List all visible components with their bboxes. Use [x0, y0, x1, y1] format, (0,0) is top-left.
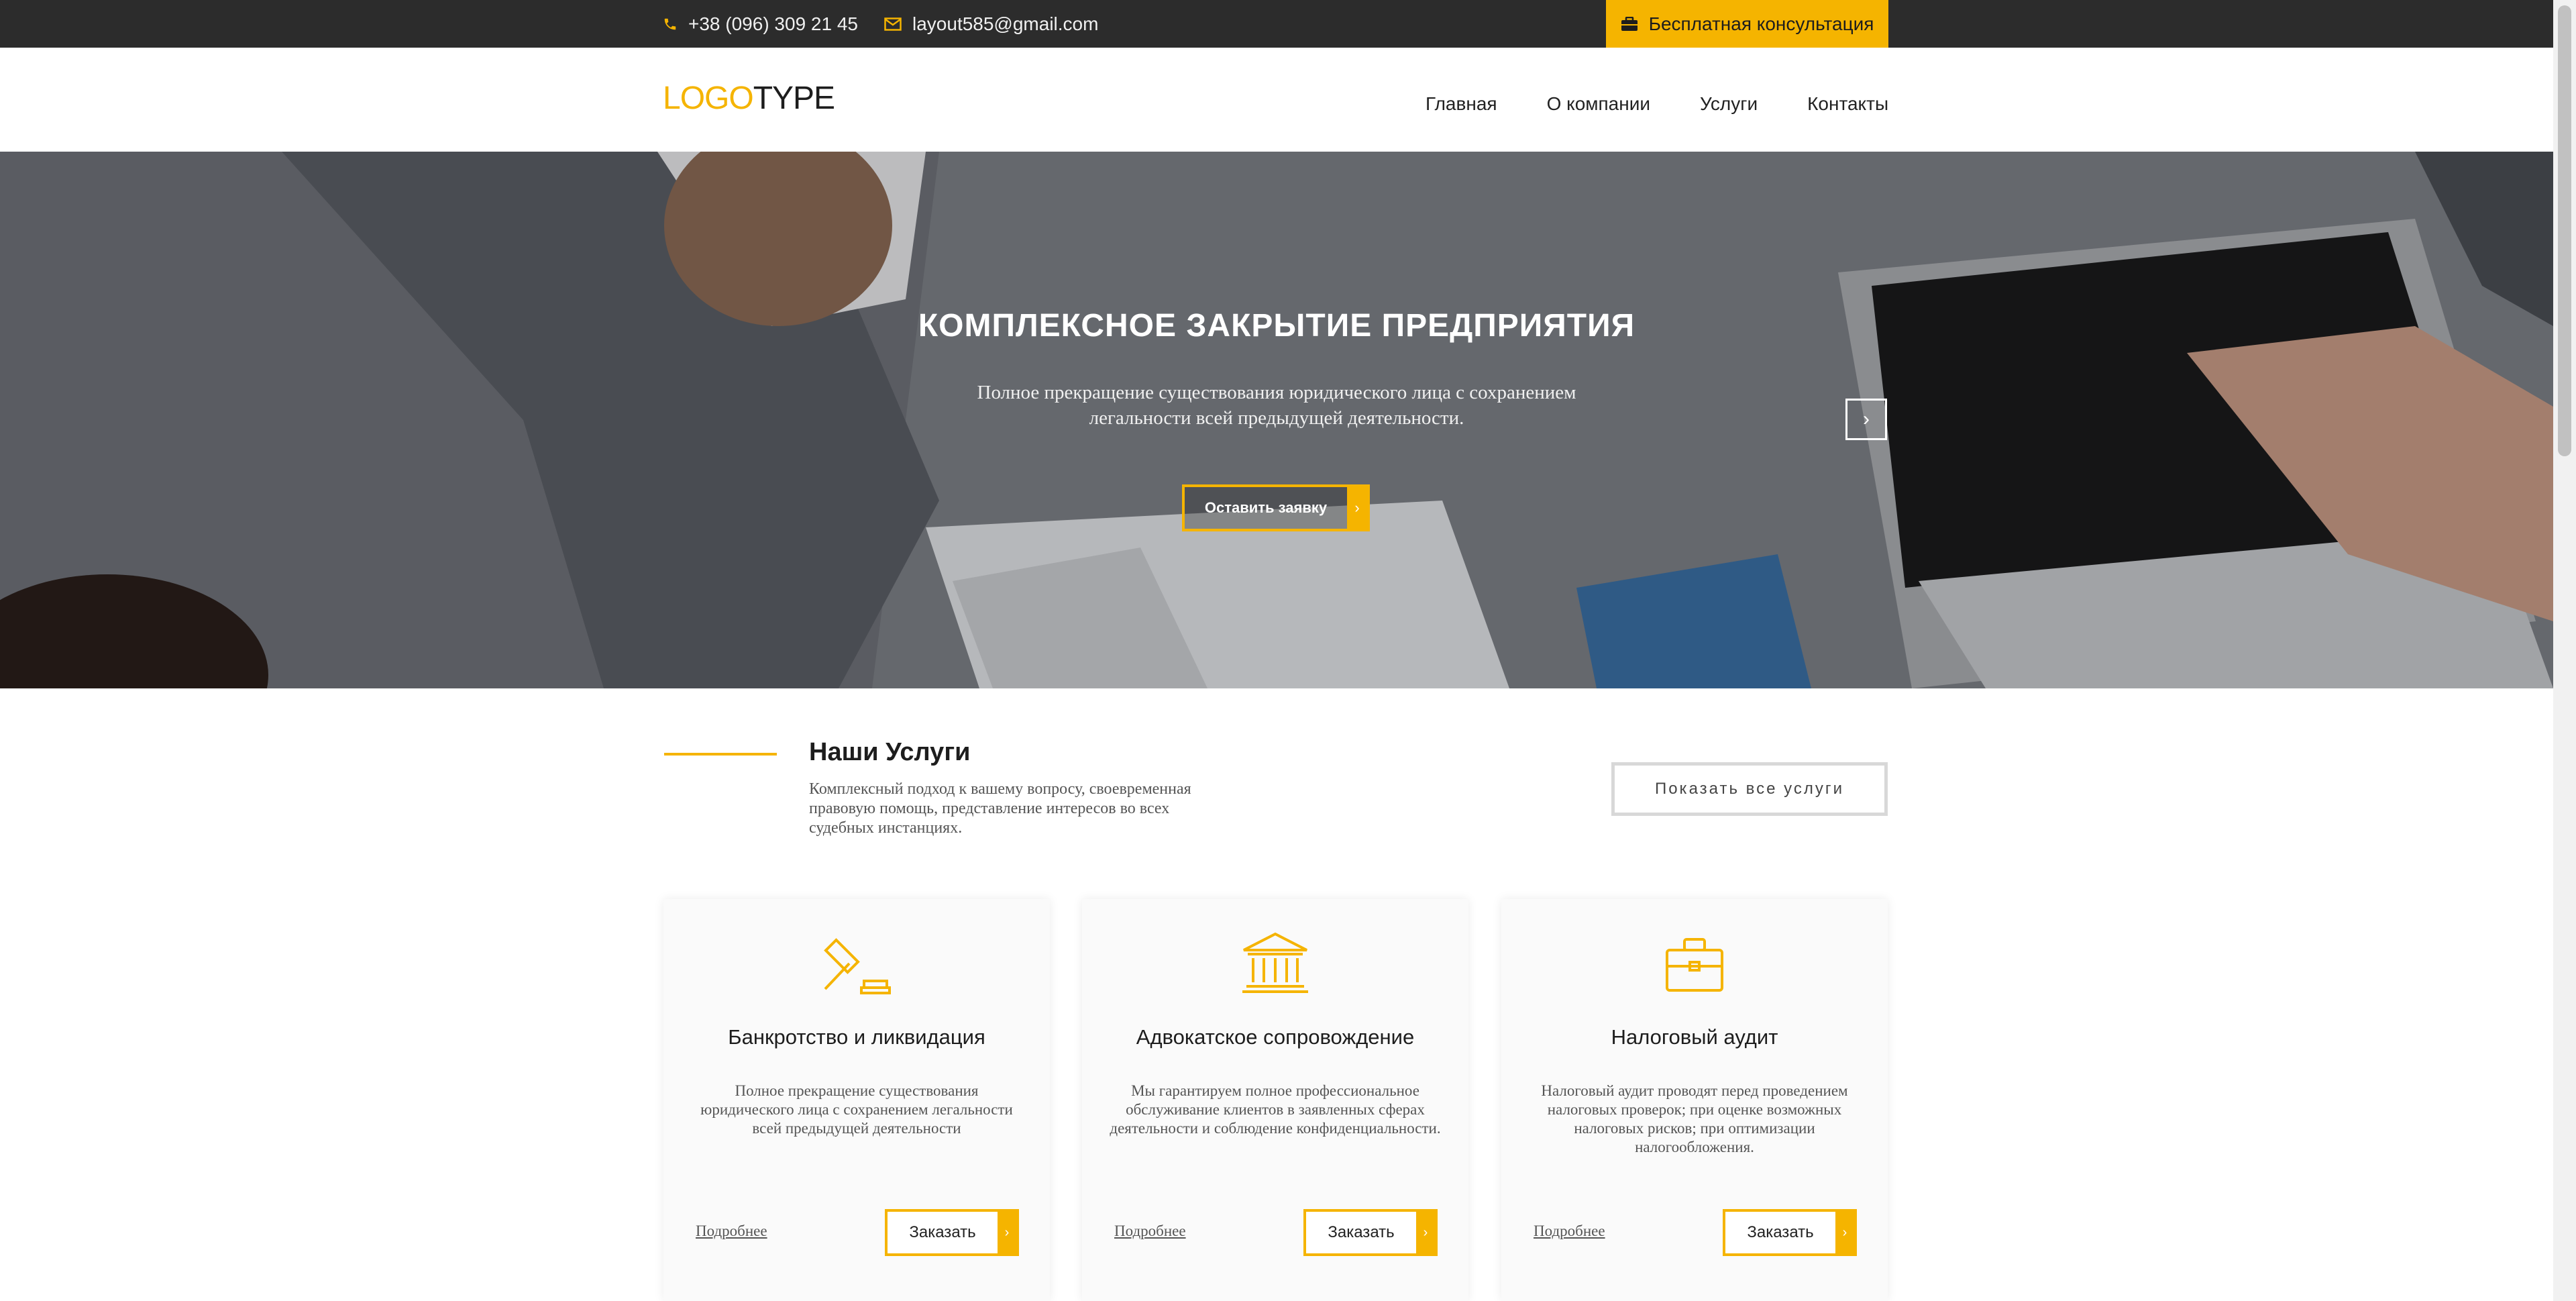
logo[interactable]: LOGOTYPE: [663, 80, 835, 117]
service-card-bankruptcy: Банкротство и ликвидация Полное прекраще…: [663, 899, 1050, 1301]
logo-part-1: LOGO: [663, 81, 754, 116]
briefcase-icon: [1621, 16, 1638, 31]
order-label: Заказать: [1747, 1223, 1814, 1241]
hero-text: Полное прекращение существования юридиче…: [977, 382, 1576, 429]
nav-item-services[interactable]: Услуги: [1700, 93, 1758, 115]
card-text: Полное прекращение существования юридиче…: [700, 1082, 1013, 1137]
consultation-label: Бесплатная консультация: [1648, 13, 1874, 34]
services-description: Комплексный подход к вашему вопросу, сво…: [809, 780, 1191, 837]
chevron-right-icon: ›: [1416, 1212, 1435, 1253]
section-accent-line: [664, 753, 777, 756]
phone-contact[interactable]: +38 (096) 309 21 45: [663, 0, 858, 48]
show-all-services-button[interactable]: Показать все услуги: [1611, 762, 1888, 816]
page: +38 (096) 309 21 45 layout585@gmail.com …: [0, 0, 2553, 1301]
email-contact[interactable]: layout585@gmail.com: [884, 0, 1098, 48]
free-consultation-button[interactable]: Бесплатная консультация: [1606, 0, 1888, 48]
nav-item-contacts[interactable]: Контакты: [1807, 93, 1888, 115]
order-label: Заказать: [909, 1223, 976, 1241]
hero-title: КОМПЛЕКСНОЕ ЗАКРЫТИЕ ПРЕДПРИЯТИЯ: [918, 308, 1635, 344]
briefcase-icon: [1501, 930, 1888, 997]
order-label: Заказать: [1328, 1223, 1395, 1241]
card-text: Налоговый аудит проводят перед проведени…: [1541, 1082, 1848, 1155]
top-bar: +38 (096) 309 21 45 layout585@gmail.com …: [0, 0, 2553, 48]
mail-icon: [884, 17, 902, 31]
scrollbar-thumb[interactable]: [2558, 5, 2571, 456]
phone-number: +38 (096) 309 21 45: [688, 13, 858, 34]
leave-request-label: Оставить заявку: [1204, 499, 1328, 516]
nav-item-home[interactable]: Главная: [1426, 93, 1497, 115]
service-card-tax-audit: Налоговый аудит Налоговый аудит проводят…: [1501, 899, 1888, 1301]
more-link[interactable]: Подробнее: [696, 1222, 767, 1240]
slider-next-button[interactable]: ›: [1845, 399, 1887, 440]
chevron-right-icon: ›: [998, 1212, 1016, 1253]
gavel-icon: [663, 930, 1050, 997]
card-title: Банкротство и ликвидация: [728, 1025, 985, 1049]
card-text: Мы гарантируем полное профессиональное о…: [1110, 1082, 1441, 1137]
order-button[interactable]: Заказать ›: [1723, 1209, 1857, 1256]
services-title: Наши Услуги: [809, 738, 971, 766]
hero-slider: КОМПЛЕКСНОЕ ЗАКРЫТИЕ ПРЕДПРИЯТИЯ Полное …: [0, 152, 2553, 688]
chevron-right-icon: ›: [1863, 408, 1870, 430]
main-nav: Главная О компании Услуги Контакты: [1426, 93, 1888, 115]
chevron-right-icon: ›: [1347, 487, 1367, 529]
chevron-right-icon: ›: [1835, 1212, 1854, 1253]
card-title: Адвокатское сопровождение: [1136, 1025, 1415, 1049]
more-link[interactable]: Подробнее: [1534, 1222, 1605, 1240]
more-link[interactable]: Подробнее: [1114, 1222, 1186, 1240]
logo-part-2: TYPE: [753, 81, 835, 116]
nav-item-about[interactable]: О компании: [1547, 93, 1650, 115]
card-title: Налоговый аудит: [1611, 1025, 1778, 1049]
courthouse-icon: [1082, 930, 1468, 997]
service-card-advocacy: Адвокатское сопровождение Мы гарантируем…: [1082, 899, 1468, 1301]
order-button[interactable]: Заказать ›: [885, 1209, 1019, 1256]
phone-icon: [664, 18, 676, 30]
email-address: layout585@gmail.com: [912, 13, 1099, 34]
leave-request-button[interactable]: Оставить заявку ›: [1182, 484, 1370, 531]
order-button[interactable]: Заказать ›: [1303, 1209, 1438, 1256]
page-scrollbar[interactable]: [2553, 0, 2576, 1301]
site-header: LOGOTYPE Главная О компании Услуги Конта…: [0, 48, 2553, 152]
